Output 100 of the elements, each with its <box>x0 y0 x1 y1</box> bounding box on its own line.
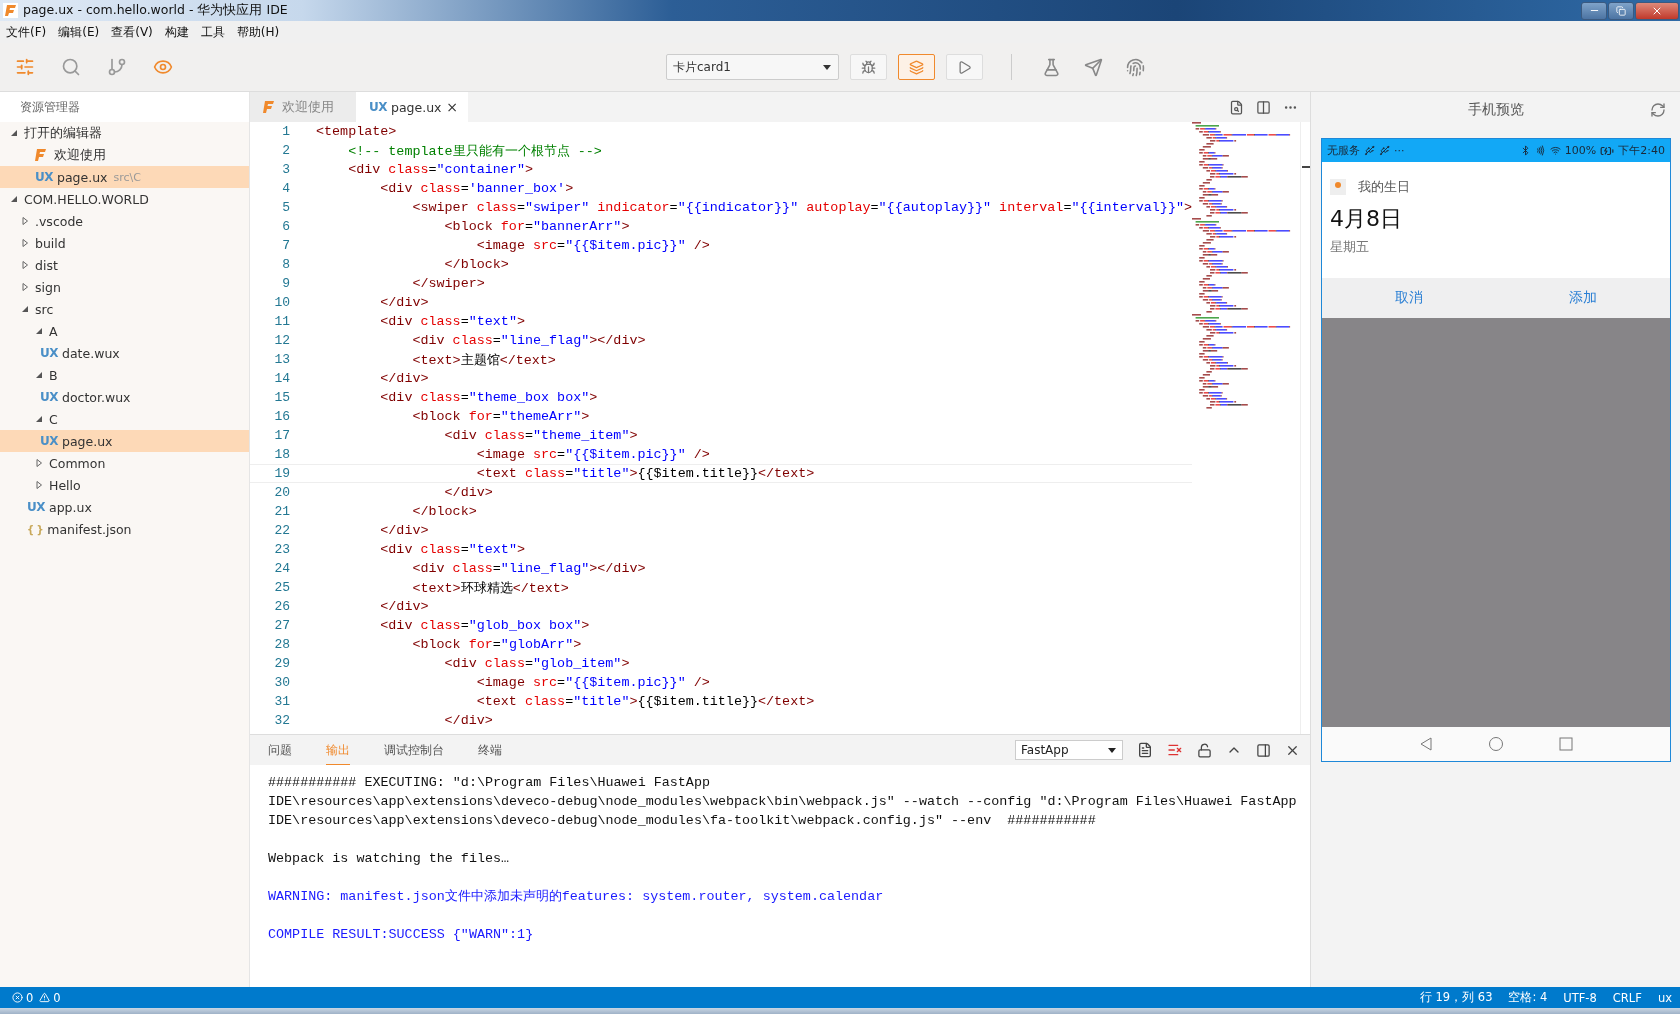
open-editor-item[interactable]: 欢迎使用 <box>0 144 249 166</box>
panel-tab[interactable]: 调试控制台 <box>384 735 444 765</box>
folder-item[interactable]: dist <box>0 254 249 276</box>
code-line: <div class="theme_item"> <box>443 428 638 443</box>
open-editor-item[interactable]: UX page.ux src\C <box>0 166 249 188</box>
expand-arrow-icon[interactable] <box>35 415 43 423</box>
expand-arrow-icon[interactable] <box>35 459 43 467</box>
output-channel-select[interactable]: FastApp <box>1015 740 1123 760</box>
folder-item[interactable]: Hello <box>0 474 249 496</box>
warning-count[interactable]: 0 <box>39 990 61 1005</box>
restore-icon <box>1616 5 1626 16</box>
folder-item[interactable]: C <box>0 408 249 430</box>
tab-close-button[interactable]: × <box>446 99 458 115</box>
line-number: 14 <box>273 371 290 386</box>
expand-arrow-icon[interactable] <box>21 283 29 291</box>
layers-button[interactable] <box>898 54 935 80</box>
status-item[interactable]: 行 19，列 63 <box>1419 990 1493 1005</box>
expand-arrow-icon[interactable] <box>10 195 18 203</box>
app-name: 我的生日 <box>1358 178 1410 196</box>
code-line: <block for="themeArr"> <box>411 409 590 424</box>
output-message: COMPILE RESULT:SUCCESS {"WARN":1} <box>268 926 535 944</box>
split-editor-icon[interactable] <box>1256 99 1271 115</box>
line-number: 32 <box>273 713 290 728</box>
line-number: 10 <box>273 295 290 310</box>
minimize-button[interactable] <box>1581 1 1607 20</box>
section-header[interactable]: COM.HELLO.WORLD <box>0 188 249 210</box>
status-item[interactable]: UTF-8 <box>1563 990 1597 1005</box>
run-button[interactable] <box>946 54 983 80</box>
file-item[interactable]: UX app.ux <box>0 496 249 518</box>
folder-item[interactable]: B <box>0 364 249 386</box>
code-line: </div> <box>443 713 493 728</box>
debug-button[interactable] <box>850 54 887 80</box>
home-icon[interactable] <box>1488 736 1504 752</box>
file-item[interactable]: { } manifest.json <box>0 518 249 540</box>
close-button[interactable] <box>1635 1 1679 20</box>
menu-item[interactable]: 文件(F) <box>6 23 47 41</box>
status-item[interactable]: 空格: 4 <box>1508 990 1548 1005</box>
back-icon[interactable] <box>1418 736 1434 752</box>
code-line: </swiper> <box>411 276 485 291</box>
sidebar-title: 资源管理器 <box>0 92 249 122</box>
code-line: <block for="globArr"> <box>411 637 582 652</box>
expand-arrow-icon[interactable] <box>21 239 29 247</box>
line-number: 12 <box>273 333 290 348</box>
folder-item[interactable]: Common <box>0 452 249 474</box>
restore-button[interactable] <box>1608 1 1634 20</box>
dialog-button[interactable]: 取消 <box>1322 278 1496 318</box>
line-number: 29 <box>273 656 290 671</box>
expand-arrow-icon[interactable] <box>21 261 29 269</box>
status-item[interactable]: CRLF <box>1612 990 1642 1005</box>
expand-arrow-icon[interactable] <box>21 305 29 313</box>
code-line: <!-- template里只能有一个根节点 --> <box>347 142 602 160</box>
output-message: WARNING: manifest.json文件中添加未声明的features: system.router, system.calendar <box>268 888 885 906</box>
line-number: 8 <box>281 257 290 272</box>
status-item[interactable]: ux <box>1657 990 1672 1005</box>
folder-item[interactable]: .vscode <box>0 210 249 232</box>
line-number: 24 <box>273 561 290 576</box>
folder-item[interactable]: A <box>0 320 249 342</box>
folder-item[interactable]: build <box>0 232 249 254</box>
file-type-label: UX <box>40 346 58 360</box>
app-logo-icon <box>263 101 274 113</box>
file-item[interactable]: UX doctor.wux <box>0 386 249 408</box>
expand-arrow-icon[interactable] <box>10 129 18 137</box>
preview-title: 手机预览 <box>1467 101 1524 119</box>
menu-item[interactable]: 构建 <box>164 23 189 41</box>
section-header[interactable]: 打开的编辑器 <box>0 122 249 144</box>
error-count[interactable]: 0 <box>12 990 34 1005</box>
folder-item[interactable]: src <box>0 298 249 320</box>
code-line: </div> <box>379 371 429 386</box>
unlock-icon[interactable] <box>1197 742 1212 758</box>
line-number: 7 <box>281 238 290 253</box>
expand-arrow-icon[interactable] <box>35 481 43 489</box>
folder-item[interactable]: sign <box>0 276 249 298</box>
window-title: page.ux - com.hello.world - 华为快应用 IDE <box>23 2 289 19</box>
expand-arrow-icon[interactable] <box>35 327 43 335</box>
clear-output-icon[interactable] <box>1167 742 1183 758</box>
layers-icon <box>909 59 924 75</box>
expand-arrow-icon[interactable] <box>35 371 43 379</box>
file-item[interactable]: UX page.ux <box>0 430 249 452</box>
dialog-button[interactable]: 添加 <box>1496 278 1670 318</box>
menu-item[interactable]: 查看(V) <box>111 23 153 41</box>
panel-tab[interactable]: 问题 <box>268 735 292 765</box>
target-select[interactable]: 卡片card1 <box>666 54 839 80</box>
expand-arrow-icon[interactable] <box>21 217 29 225</box>
panel-tab[interactable]: 终端 <box>478 735 502 765</box>
line-number: 21 <box>273 504 290 519</box>
file-item[interactable]: UX date.wux <box>0 342 249 364</box>
menu-item[interactable]: 工具 <box>200 23 225 41</box>
panel-layout-icon[interactable] <box>1256 742 1271 758</box>
find-file-icon[interactable] <box>1229 99 1244 115</box>
file-type-label: UX <box>35 170 53 184</box>
code-line: </div> <box>379 523 429 538</box>
refresh-icon[interactable] <box>1650 102 1666 118</box>
code-line: <text>主题馆</text> <box>411 351 556 369</box>
editor-tab[interactable]: UX page.ux × <box>356 92 468 122</box>
line-number: 26 <box>273 599 290 614</box>
code-line: </div> <box>443 485 493 500</box>
document-icon[interactable] <box>1137 742 1153 758</box>
menu-item[interactable]: 编辑(E) <box>58 23 100 41</box>
menu-item[interactable]: 帮助(H) <box>236 23 280 41</box>
dropdown-caret-icon <box>822 63 832 71</box>
